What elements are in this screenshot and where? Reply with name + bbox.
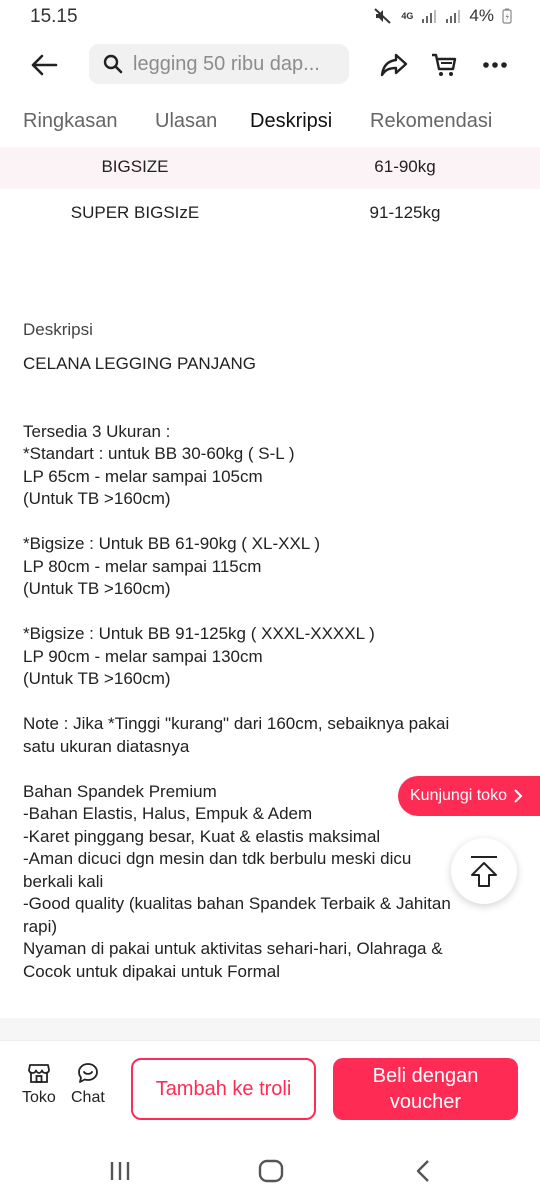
description-line: *Bigsize : Untuk BB 61-90kg ( XL-XXL ) (23, 534, 321, 553)
section-separator (0, 1018, 540, 1040)
description-line (23, 691, 513, 714)
description-line: Tersedia 3 Ukuran : (23, 421, 171, 441)
store-label: Toko (22, 1089, 56, 1106)
network-type-label: 4G (401, 10, 414, 21)
system-nav-bar (0, 1140, 540, 1204)
description-line (23, 398, 513, 421)
bottom-action-bar: Toko Chat Tambah ke troli Beli dengan vo… (0, 1040, 540, 1140)
chat-icon (77, 1063, 98, 1083)
cart-button[interactable] (427, 48, 461, 82)
back-nav-button[interactable] (403, 1156, 443, 1186)
mute-icon (374, 8, 392, 24)
description-line: Cocok untuk dipakai untuk Formal (23, 961, 281, 981)
store-icon (27, 1064, 50, 1083)
header: legging 50 ribu dap... (0, 34, 540, 96)
description-body: CELANA LEGGING PANJANG Tersedia 3 Ukuran … (23, 353, 513, 983)
share-button[interactable] (377, 48, 411, 82)
signal-icon (422, 10, 437, 23)
back-arrow-icon (31, 54, 58, 76)
size-range-cell: 61-90kg (374, 157, 436, 176)
recent-apps-icon (110, 1162, 130, 1180)
home-icon (258, 1159, 284, 1183)
description-line (23, 511, 513, 534)
description-line: satu ukuran diatasnya (23, 736, 190, 756)
size-name-cell: BIGSIZE (101, 157, 169, 176)
buy-with-voucher-button[interactable]: Beli dengan voucher (333, 1058, 518, 1120)
tab-rekomendasi[interactable]: Rekomendasi (370, 110, 492, 133)
chevron-left-icon (416, 1160, 429, 1182)
more-button[interactable] (478, 48, 512, 82)
add-to-cart-button[interactable]: Tambah ke troli (131, 1058, 316, 1120)
search-placeholder: legging 50 ribu dap... (133, 52, 320, 75)
description-line: berkali kali (23, 871, 104, 891)
description-line: Note : Jika *Tinggi "kurang" dari 160cm,… (23, 714, 450, 733)
description-line: LP 65cm - melar sampai 105cm (23, 466, 263, 486)
description-line: (Untuk TB >160cm) (23, 579, 171, 598)
scroll-to-top-button[interactable] (451, 838, 517, 904)
chevron-right-icon (514, 789, 523, 803)
battery-icon (502, 8, 512, 24)
description-line: (Untuk TB >160cm) (23, 489, 171, 508)
status-bar: 15.15 4G 4% (0, 0, 540, 34)
description-line: rapi) (23, 916, 58, 936)
description-line: *Bigsize : Untuk BB 91-125kg ( XXXL-XXXX… (23, 624, 375, 643)
description-line (23, 601, 513, 624)
chat-label: Chat (71, 1089, 105, 1106)
description-line: LP 90cm - melar sampai 130cm (23, 646, 263, 666)
description-line: Nyaman di pakai untuk aktivitas sehari-h… (23, 939, 443, 958)
share-icon (380, 53, 408, 77)
description-line: (Untuk TB >160cm) (23, 669, 171, 688)
tab-deskripsi[interactable]: Deskripsi (250, 110, 332, 133)
tab-ulasan[interactable]: Ulasan (155, 110, 217, 133)
description-heading: Deskripsi (23, 320, 93, 339)
visit-store-label: Kunjungi toko (410, 787, 507, 804)
visit-store-button[interactable]: Kunjungi toko (398, 776, 540, 816)
store-button[interactable]: Toko (22, 1061, 56, 1107)
table-row: BIGSIZE 61-90kg (0, 147, 540, 189)
home-button[interactable] (251, 1156, 291, 1186)
arrow-up-to-top-icon (471, 856, 497, 887)
battery-percentage: 4% (469, 6, 494, 25)
description-line: -Good quality (kualitas bahan Spandek Te… (23, 894, 451, 913)
back-button[interactable] (22, 46, 66, 84)
description-line: -Aman dicuci dgn mesin dan tdk berbulu m… (23, 849, 412, 868)
description-line (23, 376, 513, 399)
description-line: CELANA LEGGING PANJANG (23, 354, 257, 373)
size-range-cell: 91-125kg (369, 203, 441, 222)
description-line: -Karet pinggang besar, Kuat & elastis ma… (23, 826, 381, 846)
size-name-cell: SUPER BIGSIzE (70, 203, 200, 222)
status-icons: 4G 4% (373, 6, 512, 26)
description-line: LP 80cm - melar sampai 115cm (23, 556, 262, 576)
tab-bar: Ringkasan Ulasan Deskripsi Rekomendasi (0, 100, 540, 150)
signal-icon-2 (446, 10, 461, 23)
table-row: SUPER BIGSIzE 91-125kg (0, 193, 540, 235)
tab-ringkasan[interactable]: Ringkasan (23, 110, 118, 133)
description-line: *Standart : untuk BB 30-60kg ( S-L ) (23, 444, 295, 463)
more-icon (483, 62, 507, 68)
chat-button[interactable]: Chat (71, 1061, 105, 1107)
recent-apps-button[interactable] (100, 1156, 140, 1186)
search-input[interactable]: legging 50 ribu dap... (89, 44, 349, 84)
search-icon (103, 54, 123, 74)
cart-icon (432, 53, 457, 76)
status-time: 15.15 (30, 6, 78, 27)
